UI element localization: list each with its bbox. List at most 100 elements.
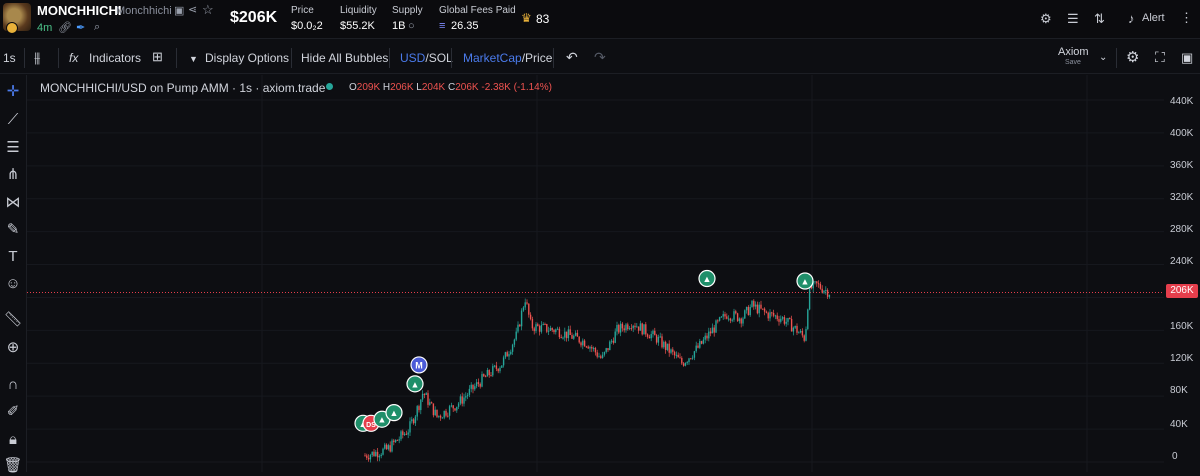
- fullscreen-icon[interactable]: ⛶: [1155, 49, 1165, 66]
- candle-body: [425, 393, 427, 395]
- candle-body: [677, 354, 679, 358]
- hide-bubbles-button[interactable]: Hide All Bubbles: [301, 51, 388, 65]
- current-price-tag: 206K: [1166, 284, 1198, 298]
- candle-body: [745, 306, 748, 311]
- candle-body: [686, 362, 688, 364]
- dropdown-icon[interactable]: ▼: [189, 54, 198, 64]
- candle-body: [594, 347, 597, 353]
- settings-icon[interactable]: ⚙: [1040, 11, 1052, 27]
- interval-selector[interactable]: 1s: [3, 51, 16, 65]
- patterns-icon[interactable]: ⋈: [3, 193, 23, 213]
- candle-body: [412, 419, 415, 424]
- star-icon[interactable]: ☆: [202, 2, 214, 18]
- candle-body: [445, 410, 447, 416]
- candle-body: [704, 335, 706, 340]
- camera-icon[interactable]: ▣: [1181, 50, 1193, 66]
- sort-icon[interactable]: ⇅: [1094, 11, 1105, 27]
- candle-body: [517, 324, 519, 332]
- candle-body: [533, 328, 535, 332]
- candle-body: [720, 316, 723, 318]
- layout-name[interactable]: Axiom: [1058, 46, 1089, 58]
- bell-icon[interactable]: ♪: [1128, 11, 1135, 26]
- horizontal-lines-icon[interactable]: ☰: [3, 138, 23, 158]
- metric-toggle[interactable]: MarketCap/Price: [463, 51, 552, 65]
- ohlc-l-value: 204K: [421, 82, 446, 93]
- more-icon[interactable]: ⋮: [1180, 10, 1193, 26]
- list-icon[interactable]: ☰: [1067, 11, 1079, 27]
- candle-body: [403, 433, 406, 435]
- candle-body: [474, 386, 476, 390]
- candle-body: [612, 340, 615, 343]
- lock-icon[interactable]: 🔒︎: [3, 430, 23, 450]
- candle-body: [416, 406, 418, 417]
- chart-settings-icon[interactable]: ⚙: [1126, 48, 1139, 66]
- candle-body: [569, 329, 571, 335]
- candle-body: [634, 325, 636, 328]
- indicators-icon[interactable]: fx: [69, 51, 78, 65]
- link-icon[interactable]: 🔗︎: [58, 21, 72, 34]
- feather-icon[interactable]: ✒: [76, 21, 85, 34]
- candle-body: [470, 384, 472, 389]
- text-tool-icon[interactable]: T: [3, 247, 23, 267]
- candle-body: [794, 325, 796, 328]
- y-tick: 160K: [1170, 321, 1194, 332]
- candle-body: [780, 318, 782, 322]
- candle-body: [821, 288, 823, 293]
- candle-body: [643, 324, 645, 335]
- chart-title: MONCHHICHI/USD on Pump AMM · 1s · axiom.…: [40, 81, 326, 95]
- brush-icon[interactable]: ✎: [3, 220, 23, 240]
- candle-body: [605, 348, 607, 352]
- trash-icon[interactable]: 🗑︎: [3, 456, 23, 476]
- magnet-icon[interactable]: ∩: [3, 375, 23, 395]
- stat-value: $0.0₂2: [291, 20, 323, 32]
- token-ticker: MONCHHICHI: [37, 3, 122, 18]
- candle-body: [441, 417, 444, 419]
- candle-body: [549, 328, 552, 331]
- candle-body: [819, 283, 822, 289]
- undo-icon[interactable]: ↶: [566, 49, 578, 66]
- copy-icon[interactable]: ▣: [174, 4, 184, 17]
- lock-drawings-icon[interactable]: ✐: [3, 402, 23, 422]
- candle-body: [801, 330, 804, 336]
- layout-grid-icon[interactable]: ⊞: [152, 49, 163, 65]
- candle-body: [420, 399, 422, 411]
- candle-body: [387, 445, 390, 450]
- candle-type-icon[interactable]: ⫵: [34, 49, 40, 66]
- candle-body: [457, 403, 460, 407]
- display-options-button[interactable]: Display Options: [205, 51, 289, 65]
- candle-body: [763, 308, 766, 312]
- candle-body: [785, 321, 787, 324]
- candle-body: [724, 314, 726, 317]
- search-icon[interactable]: ⌕: [94, 21, 100, 34]
- zoom-in-icon[interactable]: ⊕: [3, 338, 23, 358]
- candle-body: [700, 341, 703, 344]
- currency-usd: USD: [400, 51, 426, 65]
- y-tick: 240K: [1170, 256, 1194, 267]
- layout-save[interactable]: Save: [1065, 59, 1081, 66]
- candle-body: [652, 330, 654, 335]
- supply-info-icon: ○: [408, 20, 415, 32]
- candle-body: [601, 354, 604, 358]
- divider: [1116, 48, 1117, 68]
- candle-body: [367, 457, 370, 460]
- currency-toggle[interactable]: USD/SOL: [400, 51, 453, 65]
- share-icon[interactable]: ⋖: [188, 3, 197, 16]
- candle-body: [825, 289, 827, 291]
- alert-button[interactable]: Alert: [1142, 12, 1165, 24]
- redo-icon[interactable]: ↷: [594, 49, 606, 66]
- ruler-icon[interactable]: 📏︎: [3, 310, 23, 330]
- candle-body: [562, 337, 564, 339]
- candle-body: [371, 451, 373, 456]
- crosshair-icon[interactable]: ✛: [3, 82, 23, 102]
- indicators-button[interactable]: Indicators: [89, 51, 141, 65]
- candle-body: [578, 336, 580, 343]
- candle-body: [501, 365, 503, 368]
- price-chart[interactable]: ▲DS▲▲▲M▲▲: [27, 75, 1200, 472]
- trend-line-icon[interactable]: ⟋: [3, 110, 23, 130]
- pitchfork-icon[interactable]: ⋔: [3, 165, 23, 185]
- chevron-down-icon[interactable]: ⌄: [1099, 52, 1107, 63]
- candle-body: [574, 332, 577, 336]
- candle-body: [722, 314, 724, 317]
- emoji-icon[interactable]: ☺: [3, 274, 23, 294]
- candle-body: [630, 328, 633, 330]
